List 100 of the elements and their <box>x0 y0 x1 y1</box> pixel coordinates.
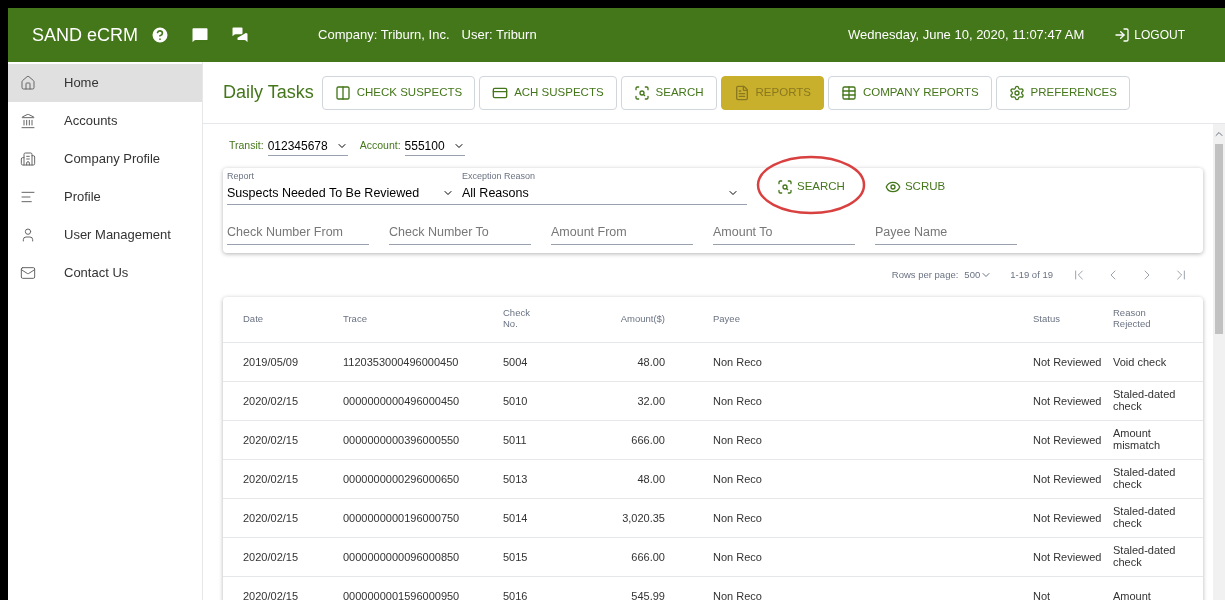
table-cell: Non Reco <box>713 550 762 563</box>
tab[interactable]: CHECK SUSPECTS <box>321 75 476 110</box>
table-cell: Not Reviewed <box>1033 355 1103 368</box>
table-cell: 5014 <box>503 511 528 524</box>
sidebar-item[interactable]: Company Profile <box>8 140 202 178</box>
tab[interactable]: PREFERENCES <box>995 75 1130 110</box>
search-icon <box>777 178 793 195</box>
settings-icon <box>1008 84 1025 101</box>
sidebar-item[interactable]: Contact Us <box>8 254 202 292</box>
table-cell: Non Reco <box>713 472 762 485</box>
table-cell: 2020/02/15 <box>243 433 299 446</box>
sidebar-label: Profile <box>64 188 101 207</box>
table-cell: 0000000000096000850 <box>343 550 460 563</box>
table-cell: 2020/02/15 <box>243 550 299 563</box>
sidebar-label: User Management <box>64 226 171 245</box>
company-label: Company: Triburn, Inc. <box>318 26 450 45</box>
table-cell: 2020/02/15 <box>243 589 299 600</box>
sidebar-item[interactable]: Accounts <box>8 102 202 140</box>
tab[interactable]: SEARCH <box>620 75 717 110</box>
table-icon <box>840 84 857 101</box>
table-cell: 5011 <box>503 433 527 446</box>
table-cell: 5015 <box>503 550 528 563</box>
tab[interactable]: ACH SUSPECTS <box>479 75 617 110</box>
document-icon <box>733 84 750 101</box>
exception-reason-select[interactable]: Exception Reason All Reasons <box>462 170 747 206</box>
table-cell: Non Reco <box>713 511 762 524</box>
column-header: Status <box>1033 313 1060 325</box>
filter-field[interactable]: Amount To <box>713 223 855 245</box>
message-icon[interactable] <box>190 25 210 45</box>
table-cell: Non Reco <box>713 355 762 368</box>
table-cell: 3,020.35 <box>622 511 665 524</box>
account-label: Account: <box>359 138 401 154</box>
table-cell: 2020/02/15 <box>243 472 299 485</box>
table-cell-text: Not <box>1033 589 1052 600</box>
table-cell: 2020/02/15 <box>243 394 299 407</box>
table-cell: 5013 <box>503 472 528 485</box>
help-icon[interactable] <box>150 25 170 45</box>
table-cell: Non Reco <box>713 394 762 407</box>
filter-field[interactable]: Check Number From <box>227 223 369 245</box>
logout-button[interactable]: LOGOUT <box>1114 26 1185 44</box>
app-title: SAND eCRM <box>32 23 138 47</box>
table-cell: 5010 <box>503 394 528 407</box>
table-cell: Not Reviewed <box>1033 472 1103 485</box>
sidebar-label: Contact Us <box>64 264 129 283</box>
lines-icon <box>20 189 36 205</box>
sidebar-item[interactable]: Home <box>8 64 202 102</box>
logout-icon <box>1114 27 1131 43</box>
bank-icon <box>20 113 36 129</box>
transit-select[interactable]: 012345678 <box>267 136 348 156</box>
sidebar-item[interactable]: User Management <box>8 216 202 254</box>
table-cell-text: Staled-dated check <box>1113 387 1177 412</box>
report-select[interactable]: Report Suspects Needed To Be Reviewed <box>227 170 462 206</box>
search-icon <box>633 84 650 101</box>
search-button[interactable]: SEARCH <box>777 178 845 196</box>
filter-field[interactable]: Amount From <box>551 223 693 245</box>
table-cell-text: Staled-dated check <box>1113 543 1177 568</box>
column-header: Amount($) <box>620 313 665 325</box>
home-icon <box>20 75 36 91</box>
rows-per-page-select[interactable]: 500 <box>964 267 993 283</box>
filter-field[interactable]: Payee Name <box>875 223 1017 245</box>
table-cell: Not Reviewed <box>1033 394 1103 407</box>
mail-icon <box>20 265 36 281</box>
building-icon <box>20 151 36 167</box>
table-cell: Not Reviewed <box>1033 550 1103 563</box>
column-header: Date <box>243 313 264 325</box>
column-header: Reason Rejected <box>1113 307 1152 330</box>
account-select[interactable]: 555100 <box>404 136 465 156</box>
table-cell: 0000000000496000450 <box>343 394 460 407</box>
table-cell: Non Reco <box>713 589 762 600</box>
rows-per-page-label: Rows per page: <box>891 267 959 282</box>
table-cell-text: Amount <box>1113 589 1152 600</box>
table-cell-text: Staled-dated check <box>1113 465 1177 490</box>
table-cell-text: Void check <box>1113 355 1168 368</box>
scroll-thumb[interactable] <box>1215 144 1223 334</box>
tab[interactable]: COMPANY REPORTS <box>827 75 992 110</box>
table-cell: Non Reco <box>713 433 762 446</box>
filter-field[interactable]: Check Number To <box>389 223 531 245</box>
column-header: Payee <box>713 313 740 325</box>
messages-icon[interactable] <box>230 25 250 45</box>
table-cell: 0000000000396000550 <box>343 433 460 446</box>
table-cell: 0000000000196000750 <box>343 511 460 524</box>
sidebar-label: Home <box>64 74 99 93</box>
scrub-button[interactable]: SCRUB <box>884 178 946 196</box>
sidebar-item[interactable]: Profile <box>8 178 202 216</box>
table-cell: 2020/02/15 <box>243 511 299 524</box>
table-cell: 545.99 <box>631 589 665 600</box>
table-cell: 0000000001596000950 <box>343 589 460 600</box>
table-cell: 666.00 <box>631 433 665 446</box>
table-cell: 1120353000496000450 <box>343 355 459 368</box>
table-cell-text: Staled-dated check <box>1113 504 1177 529</box>
columns-icon <box>334 84 351 101</box>
table-cell: 666.00 <box>631 550 665 563</box>
table-cell: 5004 <box>503 355 528 368</box>
table-cell: 48.00 <box>637 472 665 485</box>
user-icon <box>20 227 36 243</box>
user-label: User: Triburn <box>461 26 537 45</box>
table-cell: 0000000000296000650 <box>343 472 460 485</box>
table-cell: 2019/05/09 <box>243 355 299 368</box>
table-cell: 48.00 <box>637 355 665 368</box>
page-range: 1-19 of 19 <box>1010 267 1053 282</box>
